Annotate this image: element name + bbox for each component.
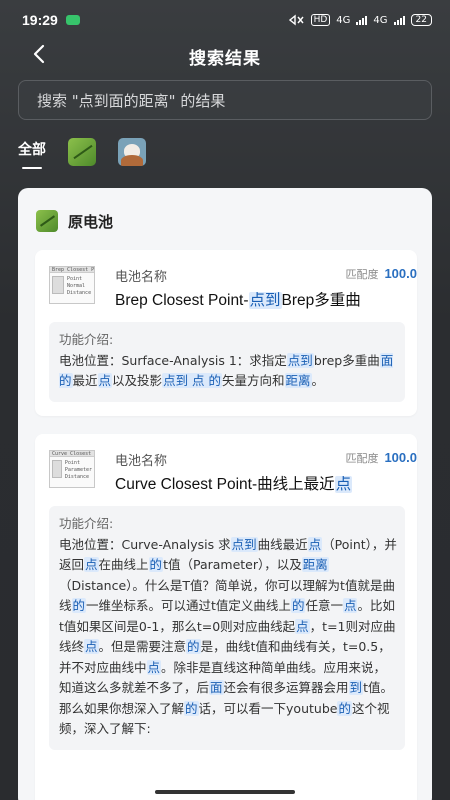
match-label: 匹配度 — [345, 268, 379, 281]
desc-highlight: 点 — [97, 373, 113, 388]
desc-highlight: 到 — [348, 680, 364, 695]
description-label: 功能介绍: — [59, 332, 114, 347]
thumbnail-output: Point — [67, 276, 83, 282]
desc-text: 在曲线上 — [98, 557, 149, 572]
desc-text: t值（Parameter），以及 — [163, 557, 302, 572]
desc-text: 话，可以看一下youtube — [198, 700, 338, 716]
component-name: Brep Closest Point-点到Brep多重曲 — [115, 288, 417, 310]
thumbnail-output: Distance — [67, 290, 92, 296]
match-score: 匹配度 100.0 — [345, 450, 417, 466]
thumbnail-output: Distance — [64, 474, 89, 480]
desc-highlight: 的 — [290, 598, 306, 613]
home-indicator[interactable] — [155, 790, 295, 794]
desc-highlight: 的 — [71, 598, 87, 613]
desc-highlight: 点到 — [286, 352, 314, 368]
match-value: 100.0 — [384, 266, 417, 281]
category-tabs: 全部 — [18, 134, 146, 170]
name-text: Curve Closest Point-曲线上最近 — [115, 476, 335, 493]
description-box: 功能介绍: 电池位置：Curve-Analysis 求点到曲线最近点（Point… — [49, 506, 405, 750]
desc-highlight: 的 — [184, 700, 199, 716]
thumbnail-title: Curve Closest Point — [50, 451, 94, 457]
desc-highlight: 点 — [295, 618, 310, 634]
battery-icon: 22 — [410, 14, 432, 26]
signal-icon-2 — [393, 15, 405, 25]
result-card[interactable]: Brep Closest Point Point Normal Distance… — [35, 250, 417, 416]
desc-highlight: 点 — [342, 598, 358, 613]
thumbnail-output: Parameter — [64, 467, 92, 473]
desc-text: 还会有很多运算器会用 — [223, 680, 349, 695]
tab-plugin-category-icon[interactable] — [118, 138, 146, 166]
hd-icon: HD — [310, 14, 331, 26]
desc-text: 矢量方向和 — [222, 373, 285, 388]
tab-battery-category-icon[interactable] — [68, 138, 96, 166]
match-label: 匹配度 — [345, 452, 379, 465]
component-thumbnail: Brep Closest Point Point Normal Distance — [49, 266, 95, 304]
tab-all[interactable]: 全部 — [18, 139, 46, 169]
desc-highlight: 点 — [307, 536, 323, 552]
desc-text: 电池位置：Curve-Analysis 求 — [59, 536, 231, 552]
desc-text: 以及投影 — [112, 373, 163, 388]
battery-category-icon — [36, 210, 58, 232]
desc-text: 最近 — [72, 373, 98, 388]
status-time: 19:29 — [22, 12, 58, 28]
status-icons: HD 4G 4G 22 — [288, 14, 432, 26]
network-label-1: 4G — [336, 14, 351, 26]
results-panel: 原电池 Brep Closest Point Point Normal Dist… — [18, 188, 432, 800]
thumbnail-output: Normal — [67, 283, 86, 289]
component-name: Curve Closest Point-曲线上最近点 — [115, 472, 417, 494]
component-thumbnail: Curve Closest Point Point Parameter Dist… — [49, 450, 95, 488]
description-text: 电池位置：Surface-Analysis 1：求指定点到brep多重曲面的最近… — [59, 351, 397, 392]
description-box: 功能介绍: 电池位置：Surface-Analysis 1：求指定点到brep多… — [49, 322, 405, 402]
desc-highlight: 点到 点 的 — [162, 373, 223, 388]
desc-highlight: 点 — [146, 659, 162, 675]
desc-highlight: 距离 — [301, 557, 329, 572]
desc-text: brep多重曲 — [313, 352, 380, 368]
desc-text: 任意一 — [305, 598, 343, 613]
desc-highlight: 面 — [209, 680, 224, 695]
desc-highlight: 的 — [186, 639, 201, 654]
top-bar: 搜索结果 — [0, 36, 450, 74]
network-label-2: 4G — [373, 14, 388, 26]
desc-text: 。 — [311, 373, 325, 388]
mute-icon — [288, 14, 304, 26]
name-label: 电池名称 — [115, 454, 168, 469]
result-card[interactable]: Curve Closest Point Point Parameter Dist… — [35, 434, 417, 800]
desc-text: 一维坐标系。可以通过t值定义曲线上 — [86, 598, 291, 613]
description-label: 功能介绍: — [59, 516, 114, 531]
desc-text: 。但是需要注意 — [98, 639, 187, 654]
name-text: Brep Closest Point- — [115, 292, 249, 309]
desc-highlight: 距离 — [284, 373, 312, 388]
match-value: 100.0 — [384, 450, 417, 465]
signal-icon-1 — [356, 15, 368, 25]
match-score: 匹配度 100.0 — [345, 266, 417, 282]
desc-highlight: 的 — [337, 700, 352, 716]
desc-highlight: 点到 — [230, 536, 258, 552]
message-notification-icon — [65, 15, 80, 25]
name-highlight: 点到 — [248, 292, 282, 309]
name-text: Brep多重曲 — [281, 292, 361, 309]
description-text: 电池位置：Curve-Analysis 求点到曲线最近点（Point），并返回点… — [59, 535, 397, 740]
desc-highlight: 点 — [84, 639, 99, 654]
name-highlight: 点 — [334, 476, 353, 493]
status-bar: 19:29 HD 4G 4G 22 — [0, 0, 450, 40]
search-query-text: 搜索 "点到面的距离" 的结果 — [37, 91, 226, 110]
section-header: 原电池 — [36, 210, 113, 232]
desc-text: 电池位置：Surface-Analysis 1：求指定 — [59, 352, 287, 368]
thumbnail-title: Brep Closest Point — [50, 267, 95, 273]
section-title: 原电池 — [68, 212, 114, 231]
desc-highlight: 的 — [148, 557, 164, 572]
thumbnail-output: Point — [64, 460, 80, 466]
page-title: 搜索结果 — [189, 49, 261, 69]
desc-highlight: 点 — [84, 557, 99, 572]
search-input[interactable]: 搜索 "点到面的距离" 的结果 — [18, 80, 432, 120]
desc-text: 曲线最近 — [257, 536, 308, 552]
name-label: 电池名称 — [115, 270, 168, 285]
